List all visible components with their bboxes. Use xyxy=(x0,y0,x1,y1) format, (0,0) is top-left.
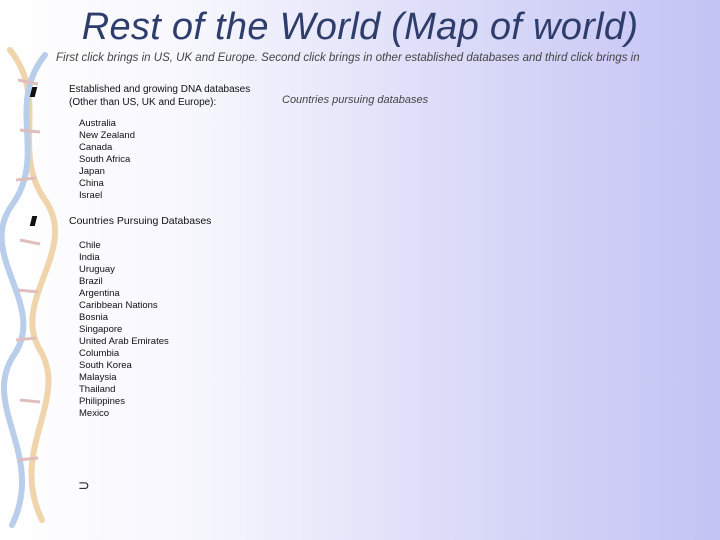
list-item: Uruguay xyxy=(79,264,115,275)
list-item: Brazil xyxy=(79,276,103,287)
list-item: South Africa xyxy=(79,154,131,165)
dna-helix-decoration xyxy=(0,47,59,528)
heading-line: (Other than US, UK and Europe): xyxy=(69,97,217,108)
list-item: Australia xyxy=(79,118,116,129)
page-title: Rest of the World (Map of world) xyxy=(81,6,639,48)
list-item: South Korea xyxy=(79,360,132,371)
list-item: India xyxy=(79,252,100,263)
subtitle: First click brings in US, UK and Europe.… xyxy=(56,52,640,64)
list-item: New Zealand xyxy=(79,130,135,141)
heading-line: Established and growing DNA databases xyxy=(69,84,251,95)
pursuing-country-list: Chile India Uruguay Brazil Argentina Car… xyxy=(79,240,169,420)
list-item: Caribbean Nations xyxy=(79,300,158,311)
list-item: Chile xyxy=(79,240,101,251)
established-country-list: Australia New Zealand Canada South Afric… xyxy=(79,118,135,202)
list-item: Israel xyxy=(79,190,103,201)
section-heading-established: Established and growing DNA databases (O… xyxy=(69,83,250,109)
list-item: United Arab Emirates xyxy=(79,336,169,347)
superset-icon: ⊃ xyxy=(78,477,90,493)
side-note: Countries pursuing databases xyxy=(282,94,429,106)
list-item: China xyxy=(79,178,104,189)
list-item: Philippines xyxy=(79,396,125,407)
list-item: Japan xyxy=(79,166,105,177)
list-item: Bosnia xyxy=(79,312,109,323)
list-item: Argentina xyxy=(79,288,120,299)
list-item: Mexico xyxy=(79,408,110,419)
list-item: Thailand xyxy=(79,384,116,395)
list-item: Singapore xyxy=(79,324,123,335)
list-item: Columbia xyxy=(79,348,120,359)
list-item: Canada xyxy=(79,142,113,153)
list-item: Malaysia xyxy=(79,372,117,383)
section-heading-pursuing: Countries Pursuing Databases xyxy=(69,215,212,227)
